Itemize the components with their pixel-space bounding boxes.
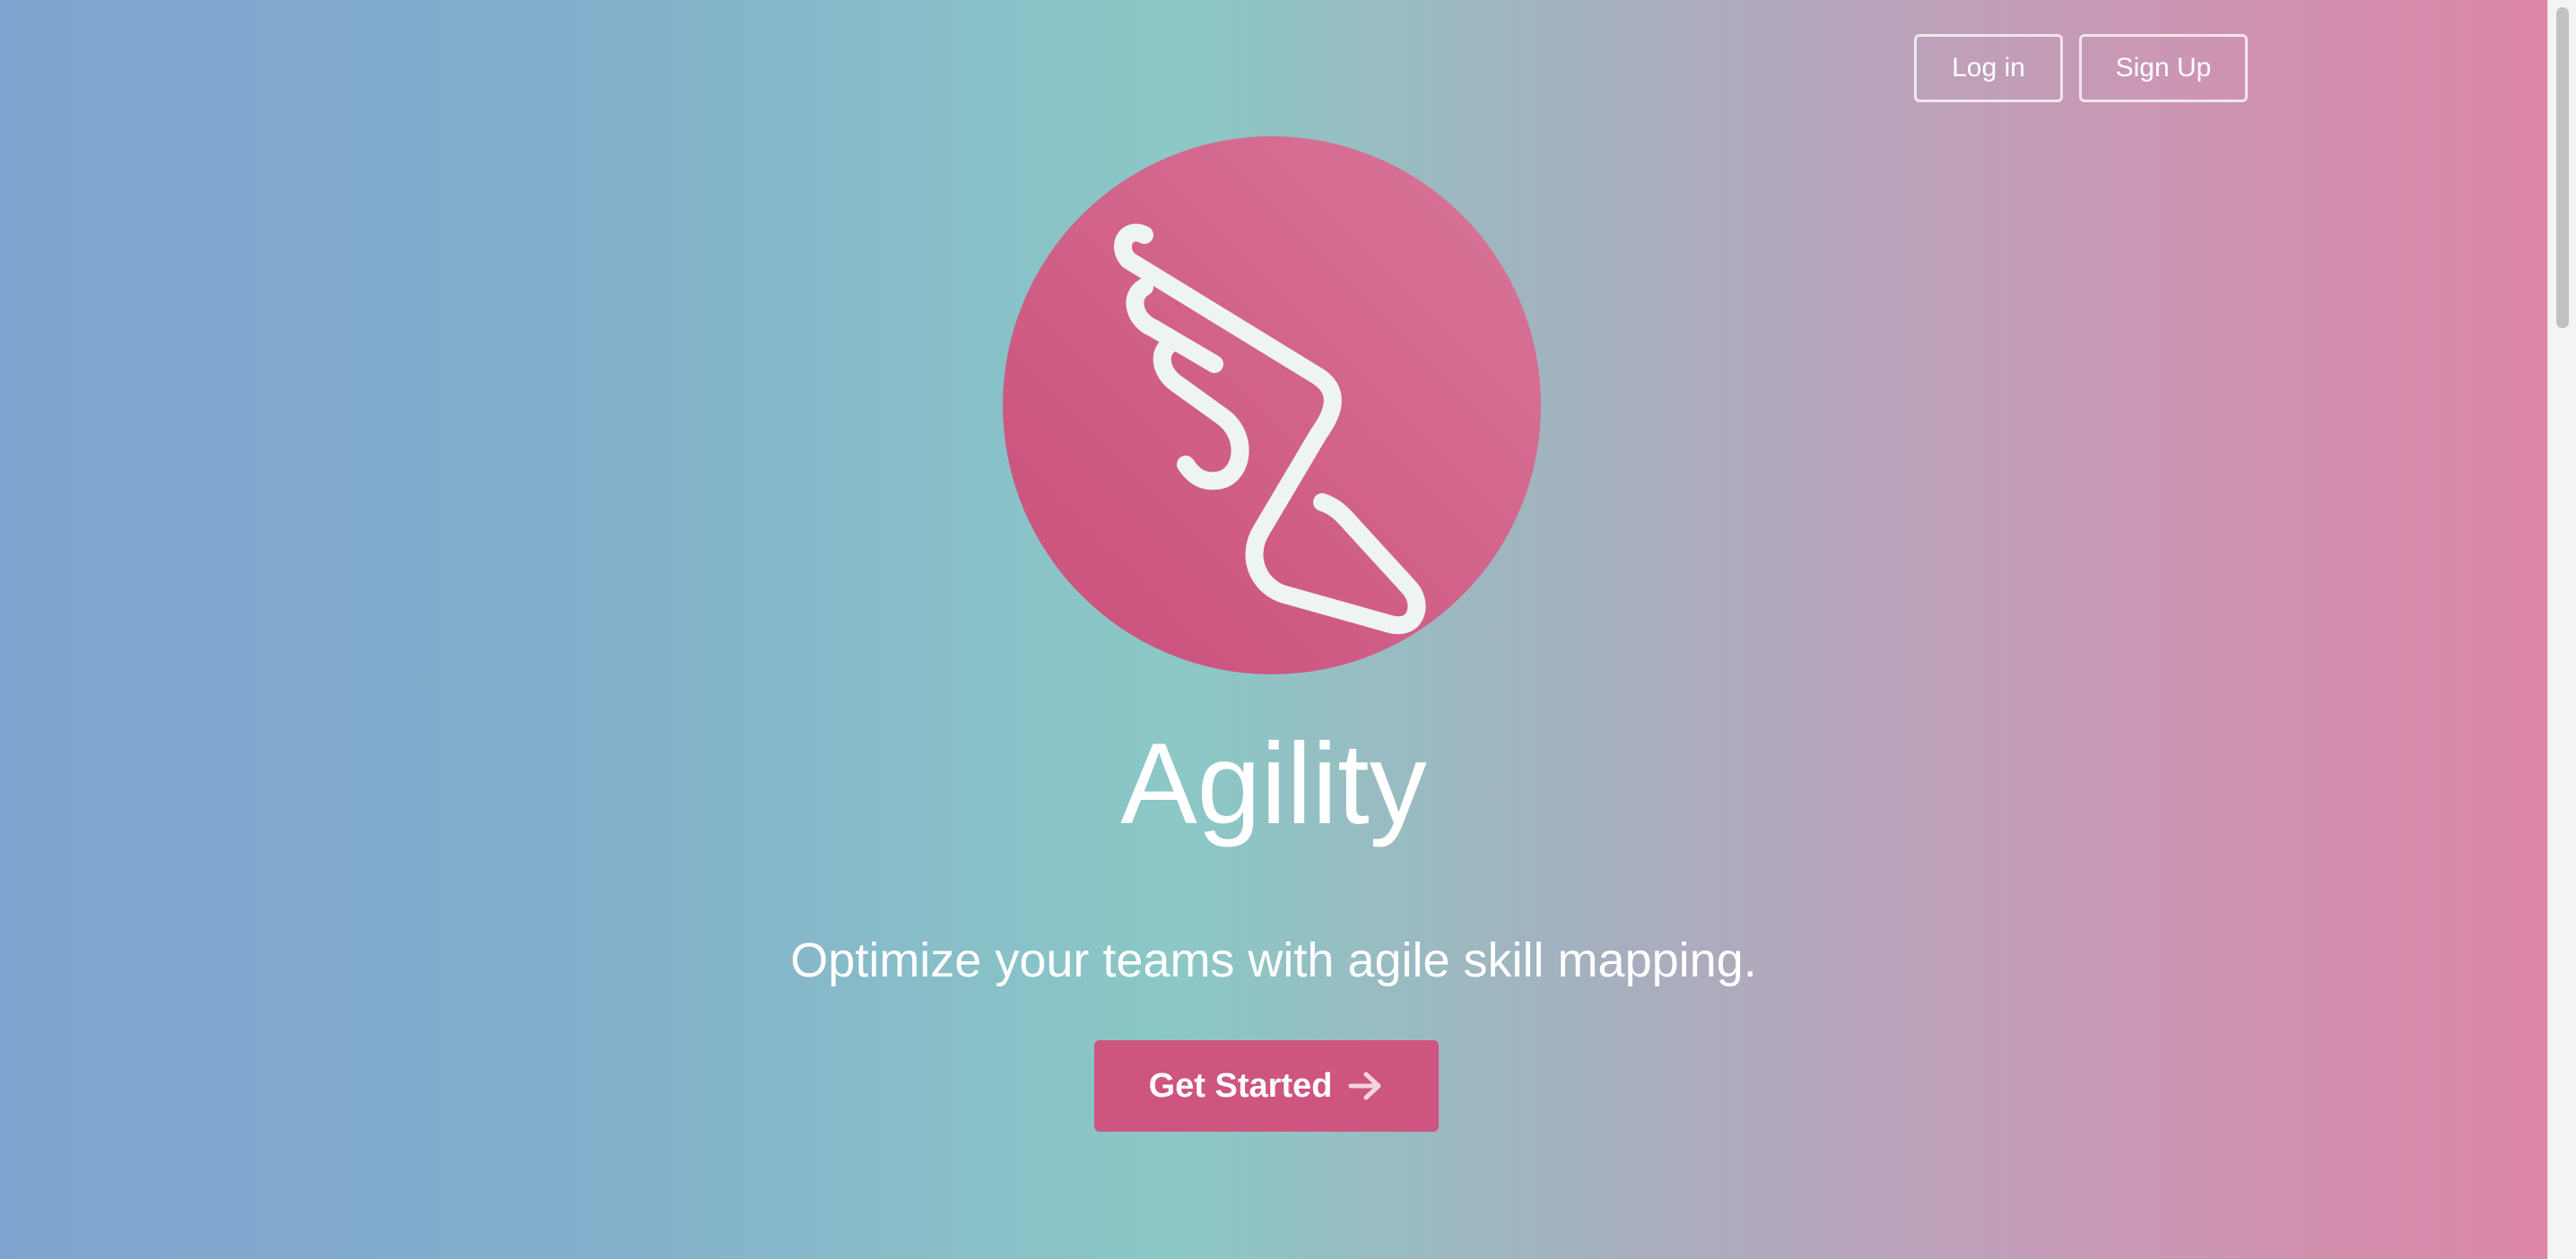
- signup-button[interactable]: Sign Up: [2079, 34, 2248, 102]
- scrollbar-thumb[interactable]: [2556, 7, 2569, 328]
- arrow-right-icon: [1348, 1071, 1384, 1101]
- get-started-label: Get Started: [1148, 1066, 1333, 1105]
- page-title: Agility: [1120, 720, 1427, 848]
- winged-foot-icon: [1114, 223, 1426, 635]
- vertical-scrollbar[interactable]: [2547, 0, 2576, 1259]
- header-nav: Log in Sign Up: [1914, 34, 2248, 102]
- tagline: Optimize your teams with agile skill map…: [790, 933, 1757, 987]
- login-button[interactable]: Log in: [1914, 34, 2063, 102]
- get-started-button[interactable]: Get Started: [1094, 1040, 1439, 1132]
- page-background: Log in Sign Up Agility Optimize your tea…: [0, 0, 2547, 1259]
- logo: [1003, 136, 1541, 674]
